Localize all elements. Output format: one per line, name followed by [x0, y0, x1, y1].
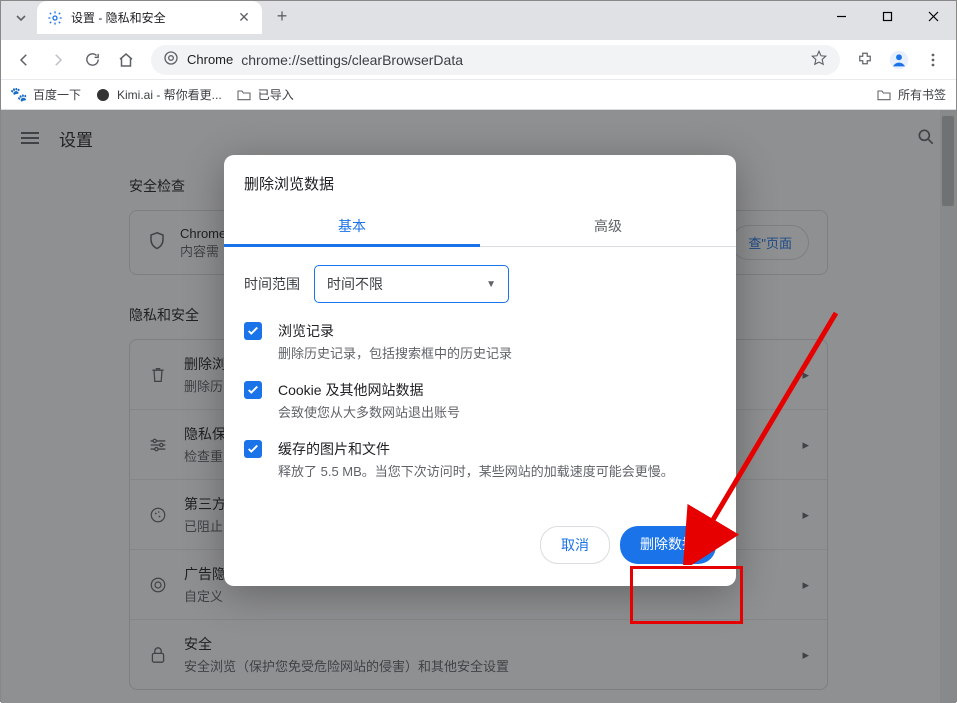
- tab-indicator: [224, 244, 480, 247]
- checkbox-checked-icon[interactable]: [244, 440, 262, 458]
- content-area: 设置 安全检查 Chrome 内容需 查"页面 隐私和安全 删除浏删除历 ▸ 隐…: [1, 110, 956, 703]
- dialog-title: 删除浏览数据: [224, 155, 736, 206]
- checkbox-checked-icon[interactable]: [244, 322, 262, 340]
- back-button[interactable]: [9, 45, 39, 75]
- check-subtitle: 释放了 5.5 MB。当您下次访问时，某些网站的加载速度可能会更慢。: [278, 461, 674, 480]
- bookmark-baidu[interactable]: 🐾 百度一下: [11, 86, 81, 103]
- time-range-value: 时间不限: [327, 274, 383, 294]
- tab-advanced[interactable]: 高级: [480, 206, 736, 246]
- tab-search-button[interactable]: [11, 8, 31, 28]
- check-title: Cookie 及其他网站数据: [278, 380, 460, 400]
- time-range-row: 时间范围 时间不限 ▼: [244, 265, 716, 303]
- check-subtitle: 会致使您从大多数网站退出账号: [278, 402, 460, 421]
- close-tab-button[interactable]: ✕: [236, 10, 252, 26]
- check-cached-files[interactable]: 缓存的图片和文件释放了 5.5 MB。当您下次访问时，某些网站的加载速度可能会更…: [244, 439, 716, 480]
- browser-toolbar: Chrome chrome://settings/clearBrowserDat…: [1, 40, 956, 80]
- time-range-select[interactable]: 时间不限 ▼: [314, 265, 509, 303]
- bookmark-label: 百度一下: [33, 86, 81, 103]
- check-cookies[interactable]: Cookie 及其他网站数据会致使您从大多数网站退出账号: [244, 380, 716, 421]
- address-bar[interactable]: Chrome chrome://settings/clearBrowserDat…: [151, 45, 840, 75]
- check-title: 浏览记录: [278, 321, 512, 341]
- bookmarks-bar: 🐾 百度一下 Kimi.ai - 帮你看更... 已导入 所有书签: [1, 80, 956, 110]
- clear-browsing-data-dialog: 删除浏览数据 基本 高级 时间范围 时间不限 ▼ 浏览记录删除历史记录，包括搜索…: [224, 155, 736, 586]
- baidu-icon: 🐾: [11, 87, 27, 103]
- kimi-icon: [95, 87, 111, 103]
- bookmark-kimi[interactable]: Kimi.ai - 帮你看更...: [95, 86, 222, 103]
- folder-icon: [236, 87, 252, 103]
- all-bookmarks-label: 所有书签: [898, 86, 946, 103]
- home-button[interactable]: [111, 45, 141, 75]
- check-title: 缓存的图片和文件: [278, 439, 674, 459]
- folder-icon: [876, 87, 892, 103]
- chevron-down-icon: ▼: [486, 279, 496, 290]
- window-titlebar: 设置 - 隐私和安全 ✕ +: [1, 1, 956, 40]
- reload-button[interactable]: [77, 45, 107, 75]
- profile-button[interactable]: [884, 45, 914, 75]
- time-range-label: 时间范围: [244, 274, 300, 294]
- menu-button[interactable]: [918, 45, 948, 75]
- checkbox-checked-icon[interactable]: [244, 381, 262, 399]
- check-browsing-history[interactable]: 浏览记录删除历史记录，包括搜索框中的历史记录: [244, 321, 716, 362]
- bookmark-label: 已导入: [258, 86, 294, 103]
- bookmark-imported-folder[interactable]: 已导入: [236, 86, 294, 103]
- bookmark-label: Kimi.ai - 帮你看更...: [117, 86, 222, 103]
- tab-basic[interactable]: 基本: [224, 206, 480, 246]
- url-text: chrome://settings/clearBrowserData: [241, 52, 463, 68]
- maximize-button[interactable]: [864, 1, 910, 31]
- dialog-tabs: 基本 高级: [224, 206, 736, 247]
- browser-tab[interactable]: 设置 - 隐私和安全 ✕: [37, 1, 262, 34]
- gear-icon: [47, 10, 63, 26]
- new-tab-button[interactable]: +: [268, 2, 296, 30]
- chrome-logo-icon: [163, 50, 179, 69]
- window-close-button[interactable]: [910, 1, 956, 31]
- bookmark-star-icon[interactable]: [810, 49, 828, 70]
- all-bookmarks-button[interactable]: 所有书签: [876, 86, 946, 103]
- check-subtitle: 删除历史记录，包括搜索框中的历史记录: [278, 343, 512, 362]
- extensions-button[interactable]: [850, 45, 880, 75]
- cancel-button[interactable]: 取消: [540, 526, 610, 564]
- confirm-delete-button[interactable]: 删除数据: [620, 526, 716, 564]
- forward-button[interactable]: [43, 45, 73, 75]
- minimize-button[interactable]: [818, 1, 864, 31]
- tab-title: 设置 - 隐私和安全: [71, 9, 228, 26]
- chrome-scheme-label: Chrome: [187, 52, 233, 67]
- dialog-actions: 取消 删除数据: [224, 506, 736, 586]
